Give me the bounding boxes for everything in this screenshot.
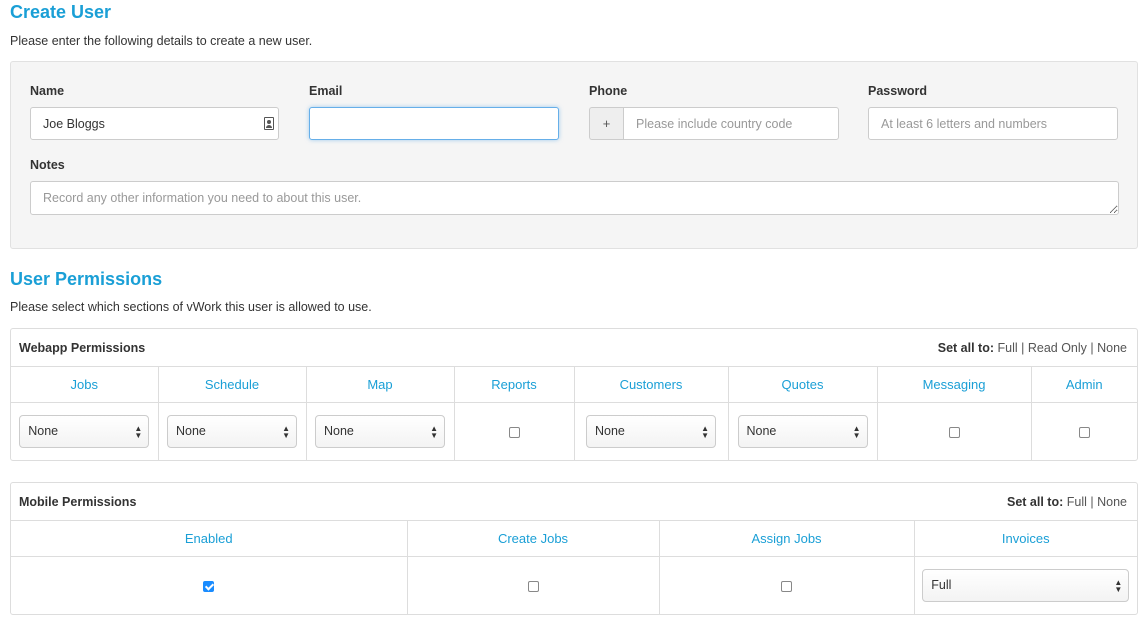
reports-checkbox[interactable] — [508, 426, 520, 438]
col-schedule: Schedule — [158, 367, 307, 403]
set-all-label: Set all to: — [1007, 495, 1064, 509]
user-permissions-title: User Permissions — [10, 269, 163, 289]
notes-textarea[interactable] — [30, 181, 1119, 215]
col-customers: Customers — [574, 367, 729, 403]
set-all-read-only-link[interactable]: Read Only — [1028, 341, 1087, 355]
col-quotes: Quotes — [728, 367, 878, 403]
email-label: Email — [309, 84, 343, 98]
mobile-permissions-title: Mobile Permissions — [19, 495, 137, 509]
map-select[interactable]: None ▲ ▼ — [315, 414, 445, 448]
assign-jobs-checkbox[interactable] — [781, 580, 792, 592]
phone-input[interactable] — [623, 107, 839, 140]
set-all-full-link[interactable]: Full — [997, 341, 1017, 355]
mobile-permissions-panel: Mobile Permissions Set all to: Full | No… — [10, 482, 1138, 615]
mobile-permissions-table: Enabled Create Jobs Assign Jobs Invoices… — [11, 521, 1137, 614]
name-label: Name — [30, 84, 65, 98]
invoices-select[interactable]: Full ▲ ▼ — [922, 568, 1130, 602]
col-messaging: Messaging — [877, 367, 1032, 403]
admin-checkbox[interactable] — [1078, 426, 1090, 438]
col-reports: Reports — [454, 367, 575, 403]
customers-select[interactable]: None ▲ ▼ — [586, 414, 716, 448]
webapp-permissions-table: Jobs Schedule Map Reports Customers Quot… — [11, 367, 1137, 460]
col-create-jobs: Create Jobs — [407, 521, 660, 557]
user-details-panel: Name Email Phone + Password Notes — [10, 61, 1138, 249]
user-permissions-subtitle: Please select which sections of vWork th… — [10, 300, 372, 314]
mobile-set-all-full-link[interactable]: Full — [1067, 495, 1087, 509]
create-user-subtitle: Please enter the following details to cr… — [10, 34, 313, 48]
col-enabled: Enabled — [11, 521, 408, 557]
name-input[interactable] — [30, 107, 279, 140]
phone-prefix: + — [589, 107, 623, 140]
select-arrows-icon: ▲ ▼ — [852, 423, 861, 440]
col-map: Map — [306, 367, 455, 403]
quotes-select[interactable]: None ▲ ▼ — [737, 414, 868, 448]
password-input[interactable] — [868, 107, 1118, 140]
email-input[interactable] — [309, 107, 559, 140]
schedule-select[interactable]: None ▲ ▼ — [167, 414, 297, 448]
webapp-set-all: Set all to: Full | Read Only | None — [937, 341, 1127, 355]
col-admin: Admin — [1031, 367, 1137, 403]
set-all-none-link[interactable]: None — [1097, 341, 1127, 355]
phone-label: Phone — [589, 84, 628, 98]
create-user-title: Create User — [10, 2, 112, 22]
create-jobs-checkbox[interactable] — [527, 580, 539, 592]
col-invoices: Invoices — [914, 521, 1137, 557]
mobile-set-all-none-link[interactable]: None — [1097, 495, 1127, 509]
col-jobs: Jobs — [11, 367, 159, 403]
password-label: Password — [868, 84, 928, 98]
select-arrows-icon: ▲ ▼ — [134, 423, 143, 440]
mobile-set-all: Set all to: Full | None — [1007, 495, 1127, 509]
contact-card-icon[interactable] — [264, 117, 274, 130]
notes-label: Notes — [30, 158, 65, 172]
webapp-permissions-title: Webapp Permissions — [19, 341, 146, 355]
enabled-checkbox[interactable] — [203, 580, 215, 592]
jobs-select[interactable]: None ▲ ▼ — [19, 414, 150, 448]
set-all-label: Set all to: — [937, 341, 994, 355]
select-arrows-icon: ▲ ▼ — [282, 423, 290, 440]
select-arrows-icon: ▲ ▼ — [701, 423, 709, 440]
select-arrows-icon: ▲ ▼ — [1114, 577, 1123, 594]
select-arrows-icon: ▲ ▼ — [430, 423, 438, 440]
messaging-checkbox[interactable] — [948, 426, 960, 438]
webapp-permissions-panel: Webapp Permissions Set all to: Full | Re… — [10, 328, 1138, 461]
col-assign-jobs: Assign Jobs — [659, 521, 915, 557]
